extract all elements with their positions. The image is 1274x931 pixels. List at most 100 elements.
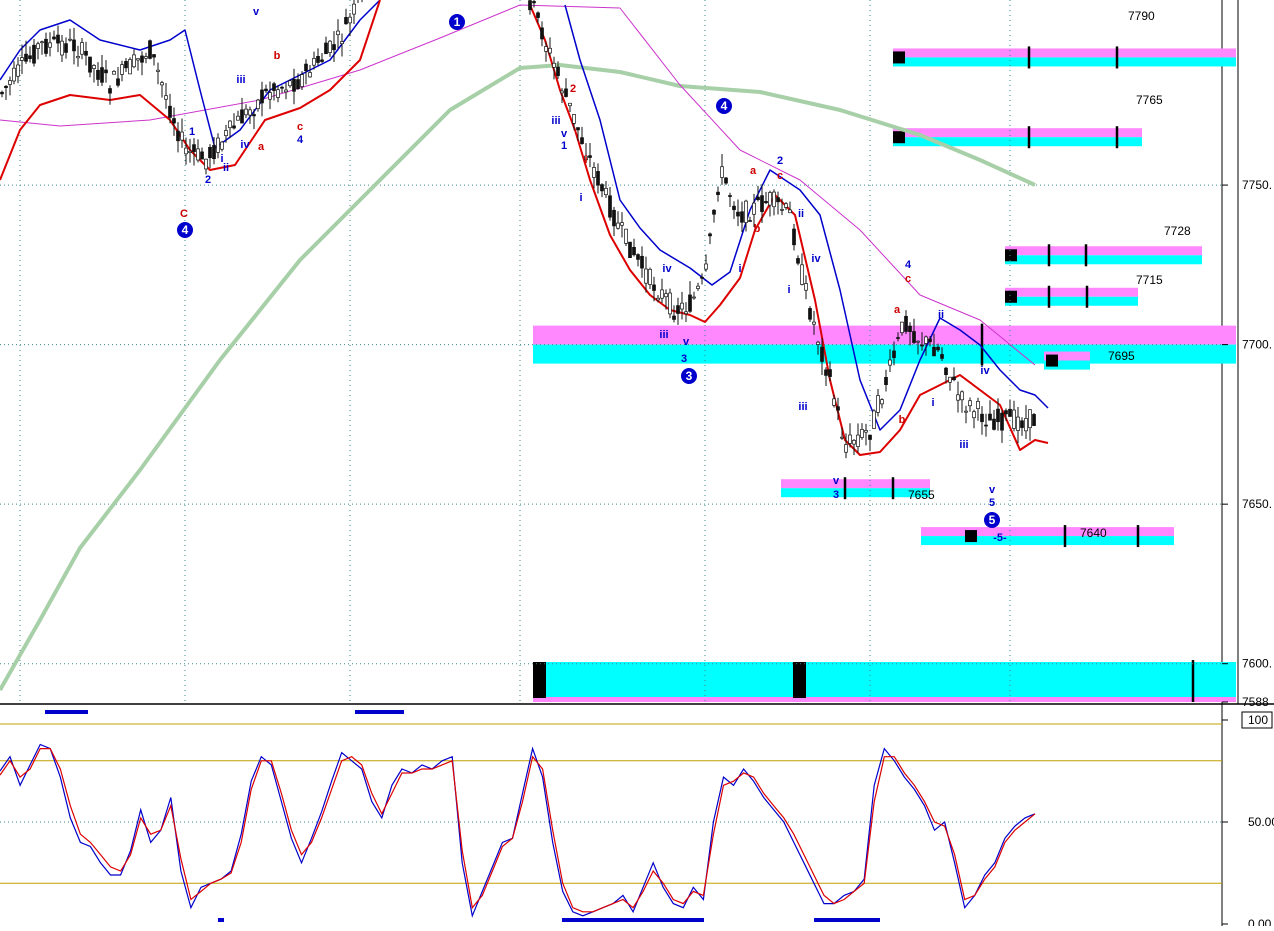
candle-body: [936, 346, 940, 351]
candle: [668, 288, 672, 319]
candle-body: [552, 62, 556, 68]
candle-body: [304, 63, 308, 72]
candle-body: [144, 56, 148, 59]
wave-marker-label: 4: [721, 99, 728, 113]
candle-body: [40, 41, 44, 44]
wave-marker-circle: 3: [681, 368, 697, 384]
candle-body: [788, 209, 792, 214]
zone-pink-band: [893, 128, 1142, 138]
candle-body: [660, 289, 664, 299]
candle-body: [124, 61, 128, 69]
wave-label: 2: [570, 83, 576, 95]
candle-body: [0, 91, 4, 95]
candle-body: [528, 0, 532, 11]
zone-cyan-band: [1005, 255, 1202, 265]
candle-body: [344, 17, 348, 25]
candle-body: [792, 228, 796, 246]
wave-label: v: [833, 475, 840, 487]
candle-body: [228, 120, 232, 129]
candle-body: [84, 50, 88, 56]
wave-label: c: [777, 170, 783, 182]
zone-pink-band: [533, 697, 1236, 702]
wave-label: c: [905, 273, 911, 285]
candle-body: [316, 55, 320, 63]
stoch-tick-label: 0.00: [1248, 917, 1272, 926]
candle-body: [648, 268, 652, 285]
candle-body: [588, 155, 592, 158]
zone-label: 7728: [1164, 224, 1191, 238]
candle-body: [960, 391, 964, 401]
zone-label: 7640: [1080, 526, 1107, 540]
candle-body: [136, 58, 140, 61]
candle-body: [876, 395, 880, 413]
candle-body: [580, 137, 584, 144]
candle-body: [952, 376, 956, 381]
candle-body: [668, 292, 672, 315]
candle-body: [696, 285, 700, 289]
candle-body: [532, 1, 536, 4]
target-zone: [921, 525, 1174, 548]
candle-body: [224, 130, 228, 137]
wave-label: a: [258, 141, 265, 153]
stoch-tick-label: 100: [1248, 713, 1268, 727]
candle-body: [844, 444, 848, 453]
candle-body: [772, 191, 776, 208]
wave-label: a: [750, 165, 757, 177]
wave-marker-label: 1: [454, 15, 461, 29]
candle-body: [776, 197, 780, 203]
zone-label: 7695: [1108, 349, 1135, 363]
candle: [1032, 412, 1036, 426]
candle-body: [112, 70, 116, 75]
wave-label: i: [584, 154, 587, 166]
zone-label: 7715: [1136, 273, 1163, 287]
wave-label: 1: [561, 140, 567, 152]
candle-body: [280, 86, 284, 89]
candle-body: [232, 125, 236, 129]
candle-body: [64, 43, 68, 53]
candle-body: [20, 57, 24, 61]
candle-body: [320, 59, 324, 62]
candle-body: [536, 12, 540, 18]
candle-body: [104, 69, 108, 74]
wave-label: 5: [989, 497, 995, 509]
candle-body: [864, 430, 868, 433]
wave-label: b: [899, 414, 906, 426]
candle-body: [76, 56, 80, 59]
candle-body: [560, 90, 564, 94]
candle-body: [796, 258, 800, 264]
candle-body: [332, 44, 336, 51]
candle-body: [600, 184, 604, 192]
candle-body: [244, 108, 248, 116]
candle-body: [644, 268, 648, 284]
candle-body: [1024, 418, 1028, 432]
zone-pink-band: [781, 479, 930, 489]
candle-body: [28, 55, 32, 59]
candle-body: [656, 297, 660, 301]
candle-body: [780, 208, 784, 211]
candle-body: [964, 410, 968, 413]
target-zone: [1005, 244, 1202, 267]
candle-body: [592, 167, 596, 178]
candle: [808, 306, 812, 322]
wave-marker-label: 3: [686, 369, 693, 383]
candle-body: [108, 88, 112, 94]
candle-body: [196, 148, 200, 161]
candle-body: [100, 67, 104, 83]
candle-body: [88, 56, 92, 73]
wave-label: i: [579, 192, 582, 204]
candle-body: [636, 254, 640, 260]
wave-label: ii: [798, 208, 804, 220]
candle-body: [200, 151, 204, 160]
candle-body: [568, 102, 572, 107]
candle-body: [976, 401, 980, 410]
wave-label: iv: [240, 139, 250, 151]
wave-label: -5-: [993, 532, 1007, 544]
zone-block: [793, 662, 806, 698]
wave-label: i: [738, 263, 741, 275]
candle-body: [664, 293, 668, 298]
candle-body: [336, 30, 340, 36]
candle-body: [216, 137, 220, 153]
target-zone: [1044, 351, 1090, 370]
wave-label: ii: [938, 309, 944, 321]
zone-pink-band: [533, 325, 1236, 345]
